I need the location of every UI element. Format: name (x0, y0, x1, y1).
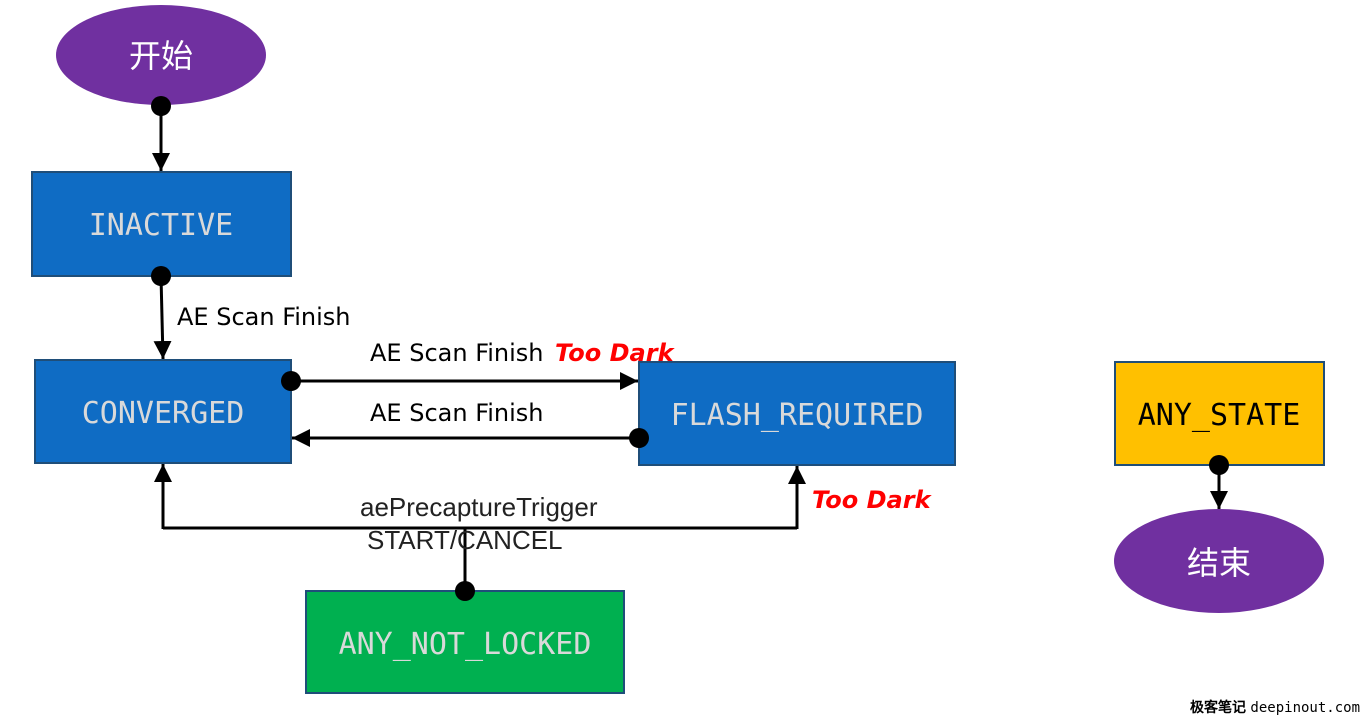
node-inactive-label: INACTIVE (89, 208, 234, 243)
node-inactive: INACTIVE (31, 171, 292, 277)
edge-label: aePrecaptureTrigger (360, 492, 598, 522)
watermark-cn: 极客笔记 (1189, 700, 1246, 716)
node-end: 结束 (1114, 509, 1324, 613)
state-diagram: 开始 INACTIVE CONVERGED FLASH_REQUIRED ANY… (31, 5, 1325, 694)
edge-inactive-to-converged: AE Scan Finish (151, 266, 351, 360)
edge-converged-to-flash: AE Scan Finish Too Dark (281, 339, 676, 391)
watermark: 极客笔记 deepinout.com (1190, 697, 1360, 717)
edge-condition: Too Dark (812, 486, 933, 514)
edge-any-state-to-end (1209, 455, 1229, 509)
node-flash-required-label: FLASH_REQUIRED (671, 398, 924, 433)
node-start-label: 开始 (129, 37, 193, 75)
node-converged-label: CONVERGED (82, 396, 245, 431)
node-converged: CONVERGED (34, 359, 292, 464)
edge-label: START/CANCEL (367, 525, 563, 555)
node-flash-required: FLASH_REQUIRED (638, 361, 956, 466)
node-any-not-locked-label: ANY_NOT_LOCKED (339, 627, 592, 662)
edge-label: AE Scan Finish (370, 399, 544, 427)
edge-condition: Too Dark (555, 339, 676, 367)
node-start: 开始 (56, 5, 266, 105)
edge-start-to-inactive (151, 96, 171, 171)
node-end-label: 结束 (1187, 544, 1251, 582)
watermark-en: deepinout.com (1250, 700, 1360, 716)
node-any-not-locked: ANY_NOT_LOCKED (305, 590, 625, 694)
edge-label: AE Scan Finish (177, 303, 351, 331)
edge-label: AE Scan Finish (370, 339, 544, 367)
edge-flash-to-converged: AE Scan Finish (292, 399, 649, 448)
node-any-state: ANY_STATE (1114, 361, 1325, 466)
node-any-state-label: ANY_STATE (1138, 398, 1301, 433)
edge-any-not-locked-trigger: aePrecaptureTrigger START/CANCEL Too Dar… (154, 464, 933, 601)
